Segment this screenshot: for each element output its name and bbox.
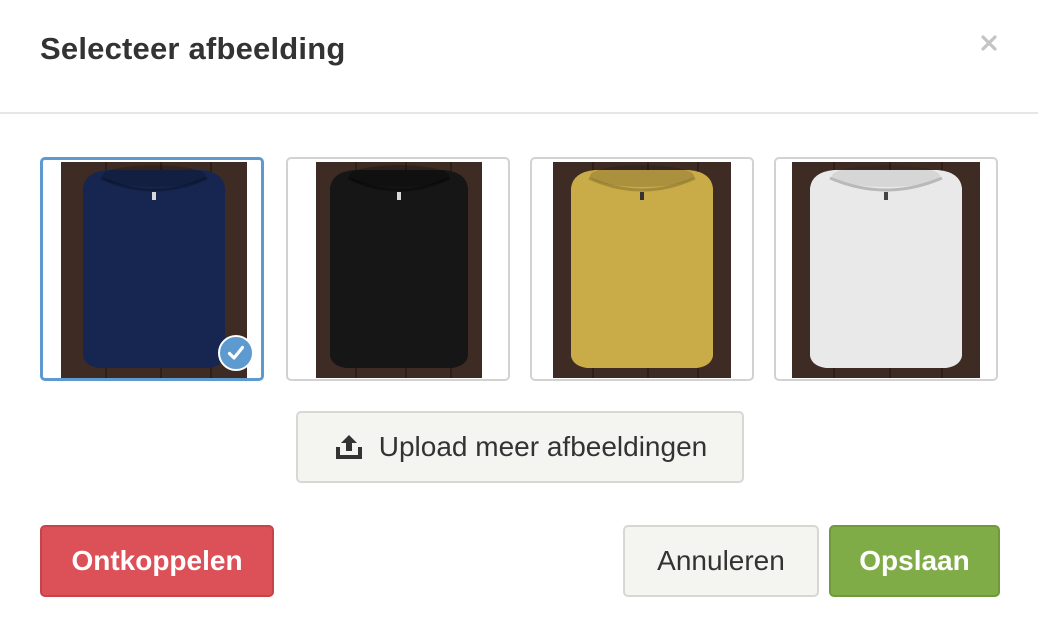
close-button[interactable] xyxy=(972,26,1006,60)
checkmark-icon xyxy=(227,345,245,360)
select-image-dialog: Selecteer afbeelding Upload meer afbeeld… xyxy=(0,0,1038,636)
unlink-button-label: Ontkoppelen xyxy=(71,545,243,576)
black-tshirt-image xyxy=(316,162,482,378)
upload-more-images-button[interactable]: Upload meer afbeeldingen xyxy=(296,411,744,483)
close-icon xyxy=(981,35,997,51)
unlink-button[interactable]: Ontkoppelen xyxy=(40,525,274,597)
dialog-title: Selecteer afbeelding xyxy=(40,31,346,66)
upload-button-label: Upload meer afbeeldingen xyxy=(378,431,708,462)
upload-icon xyxy=(335,435,362,459)
image-thumbnail-white-tshirt[interactable] xyxy=(774,157,998,381)
image-thumbnail-yellow-tshirt[interactable] xyxy=(530,157,754,381)
cancel-button[interactable]: Annuleren xyxy=(623,525,819,597)
selected-check-badge xyxy=(218,335,254,371)
white-tshirt-image xyxy=(792,162,980,378)
cancel-button-label: Annuleren xyxy=(657,545,785,576)
save-button-label: Opslaan xyxy=(859,545,970,576)
image-thumbnail-navy-tshirt[interactable] xyxy=(40,157,264,381)
yellow-tshirt-image xyxy=(553,162,731,378)
save-button[interactable]: Opslaan xyxy=(829,525,1000,597)
dialog-header: Selecteer afbeelding xyxy=(0,0,1038,114)
image-thumbnail-black-tshirt[interactable] xyxy=(286,157,510,381)
